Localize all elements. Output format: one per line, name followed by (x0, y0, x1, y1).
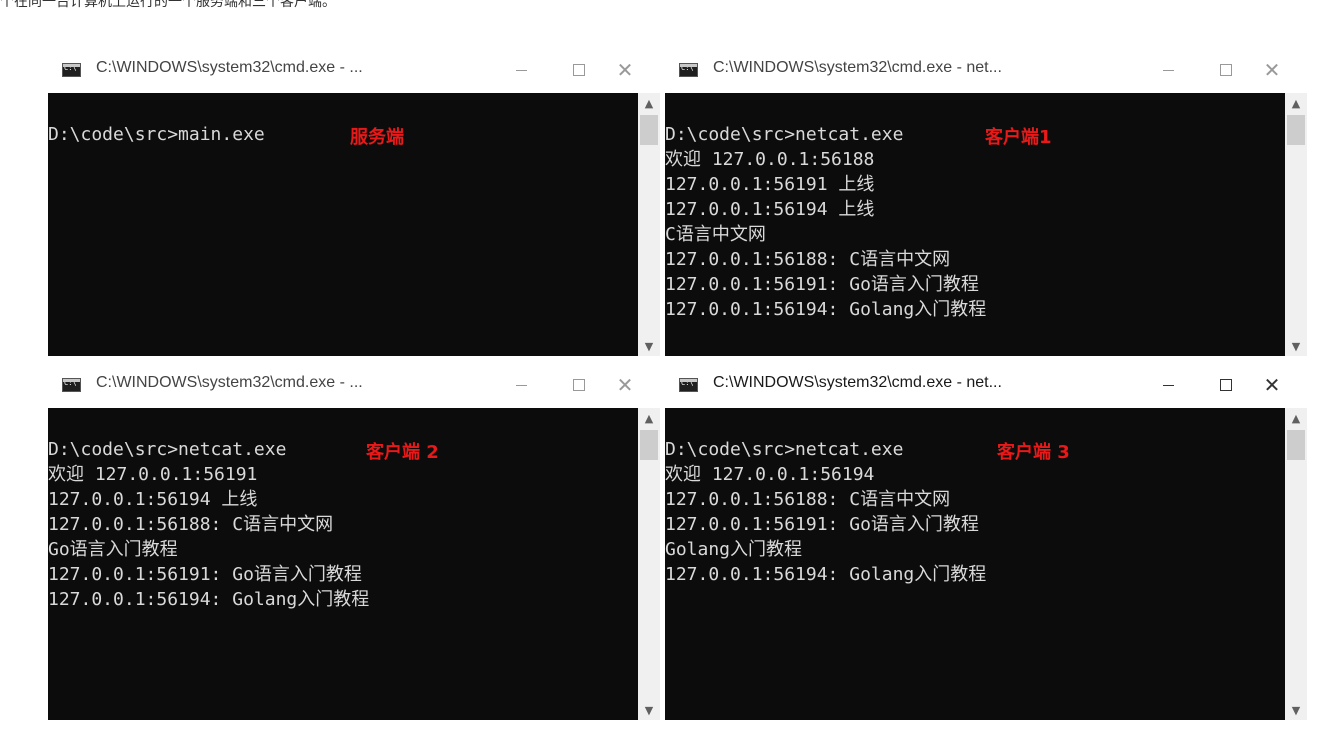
scroll-thumb[interactable] (1287, 430, 1305, 460)
console-line: D:\code\src>netcat.exe (665, 439, 904, 460)
scroll-down-icon[interactable]: ▼ (1285, 700, 1307, 720)
maximize-icon (1220, 379, 1232, 391)
window-label: 服务端 (350, 127, 404, 148)
minimize-button[interactable] (1145, 362, 1191, 408)
console-line: 欢迎 127.0.0.1:56191 (48, 464, 258, 485)
scroll-thumb[interactable] (640, 115, 658, 145)
vertical-scrollbar[interactable]: ▲ ▼ (1285, 93, 1307, 356)
console-line: 欢迎 127.0.0.1:56194 (665, 464, 875, 485)
minimize-icon (1162, 69, 1174, 71)
close-button[interactable]: ✕ (602, 47, 648, 93)
maximize-button[interactable] (1203, 47, 1249, 93)
window-label: 客户端 3 (997, 442, 1070, 463)
minimize-button[interactable] (498, 47, 544, 93)
vertical-scrollbar[interactable]: ▲ ▼ (638, 408, 660, 720)
client2-cmd-window[interactable]: C:\WINDOWS\system32\cmd.exe - ... ✕ D:\c… (48, 362, 660, 720)
client1-cmd-window[interactable]: C:\WINDOWS\system32\cmd.exe - net... ✕ D… (665, 47, 1307, 356)
vertical-scrollbar[interactable]: ▲ ▼ (638, 93, 660, 356)
console-line: 127.0.0.1:56194 上线 (665, 199, 875, 220)
scroll-up-icon[interactable]: ▲ (638, 93, 660, 113)
console-line: 127.0.0.1:56194: Golang入门教程 (48, 589, 370, 610)
console-line: 127.0.0.1:56188: C语言中文网 (665, 489, 951, 510)
console-line: 127.0.0.1:56191: Go语言入门教程 (48, 564, 362, 585)
cmd-icon (679, 63, 698, 77)
scroll-thumb[interactable] (640, 430, 658, 460)
maximize-icon (573, 64, 585, 76)
console-line: 127.0.0.1:56191: Go语言入门教程 (665, 274, 979, 295)
console-line: Golang入门教程 (665, 539, 803, 560)
page-caption: 个在同一台计算机上运行的一个服务端和三个客户端。 (0, 0, 336, 10)
vertical-scrollbar[interactable]: ▲ ▼ (1285, 408, 1307, 720)
close-button[interactable]: ✕ (1249, 47, 1295, 93)
scroll-down-icon[interactable]: ▼ (638, 336, 660, 356)
console-line: 127.0.0.1:56191 上线 (665, 174, 875, 195)
scroll-up-icon[interactable]: ▲ (638, 408, 660, 428)
minimize-icon (1162, 384, 1174, 386)
minimize-button[interactable] (1145, 47, 1191, 93)
window-titlebar[interactable]: C:\WINDOWS\system32\cmd.exe - ... ✕ (48, 362, 660, 408)
console-output[interactable]: D:\code\src>netcat.exe 欢迎 127.0.0.1:5618… (665, 93, 1285, 356)
window-label: 客户端 2 (366, 442, 439, 463)
console-line: 127.0.0.1:56188: C语言中文网 (665, 249, 951, 270)
maximize-icon (573, 379, 585, 391)
console-line: 127.0.0.1:56191: Go语言入门教程 (665, 514, 979, 535)
maximize-icon (1220, 64, 1232, 76)
console-output[interactable]: D:\code\src>netcat.exe 欢迎 127.0.0.1:5619… (48, 408, 638, 720)
scroll-thumb[interactable] (1287, 115, 1305, 145)
console-line: D:\code\src>main.exe (48, 124, 265, 145)
cmd-icon (62, 63, 81, 77)
console-output[interactable]: D:\code\src>netcat.exe 欢迎 127.0.0.1:5619… (665, 408, 1285, 720)
window-titlebar[interactable]: C:\WINDOWS\system32\cmd.exe - ... ✕ (48, 47, 660, 93)
maximize-button[interactable] (556, 47, 602, 93)
minimize-icon (515, 69, 527, 71)
minimize-button[interactable] (498, 362, 544, 408)
close-button[interactable]: ✕ (602, 362, 648, 408)
close-button[interactable]: ✕ (1249, 362, 1295, 408)
scroll-up-icon[interactable]: ▲ (1285, 93, 1307, 113)
console-line: D:\code\src>netcat.exe (48, 439, 287, 460)
maximize-button[interactable] (1203, 362, 1249, 408)
minimize-icon (515, 384, 527, 386)
console-line: 欢迎 127.0.0.1:56188 (665, 149, 875, 170)
console-output[interactable]: D:\code\src>main.exe 服务端 (48, 93, 638, 356)
console-line: 127.0.0.1:56194 上线 (48, 489, 258, 510)
console-line: C语言中文网 (665, 224, 766, 245)
cmd-icon (62, 378, 81, 392)
window-title: C:\WINDOWS\system32\cmd.exe - net... (713, 59, 1002, 76)
window-titlebar[interactable]: C:\WINDOWS\system32\cmd.exe - net... ✕ (665, 47, 1307, 93)
console-line: 127.0.0.1:56188: C语言中文网 (48, 514, 334, 535)
console-line: 127.0.0.1:56194: Golang入门教程 (665, 564, 987, 585)
window-titlebar[interactable]: C:\WINDOWS\system32\cmd.exe - net... ✕ (665, 362, 1307, 408)
console-line: D:\code\src>netcat.exe (665, 124, 904, 145)
scroll-up-icon[interactable]: ▲ (1285, 408, 1307, 428)
window-title: C:\WINDOWS\system32\cmd.exe - ... (96, 59, 363, 76)
window-label: 客户端1 (985, 127, 1052, 148)
cmd-icon (679, 378, 698, 392)
server-cmd-window[interactable]: C:\WINDOWS\system32\cmd.exe - ... ✕ D:\c… (48, 47, 660, 356)
scroll-down-icon[interactable]: ▼ (1285, 336, 1307, 356)
console-line: 127.0.0.1:56194: Golang入门教程 (665, 299, 987, 320)
window-title: C:\WINDOWS\system32\cmd.exe - net... (713, 374, 1002, 391)
window-title: C:\WINDOWS\system32\cmd.exe - ... (96, 374, 363, 391)
scroll-down-icon[interactable]: ▼ (638, 700, 660, 720)
maximize-button[interactable] (556, 362, 602, 408)
console-line: Go语言入门教程 (48, 539, 178, 560)
client3-cmd-window[interactable]: C:\WINDOWS\system32\cmd.exe - net... ✕ D… (665, 362, 1307, 720)
